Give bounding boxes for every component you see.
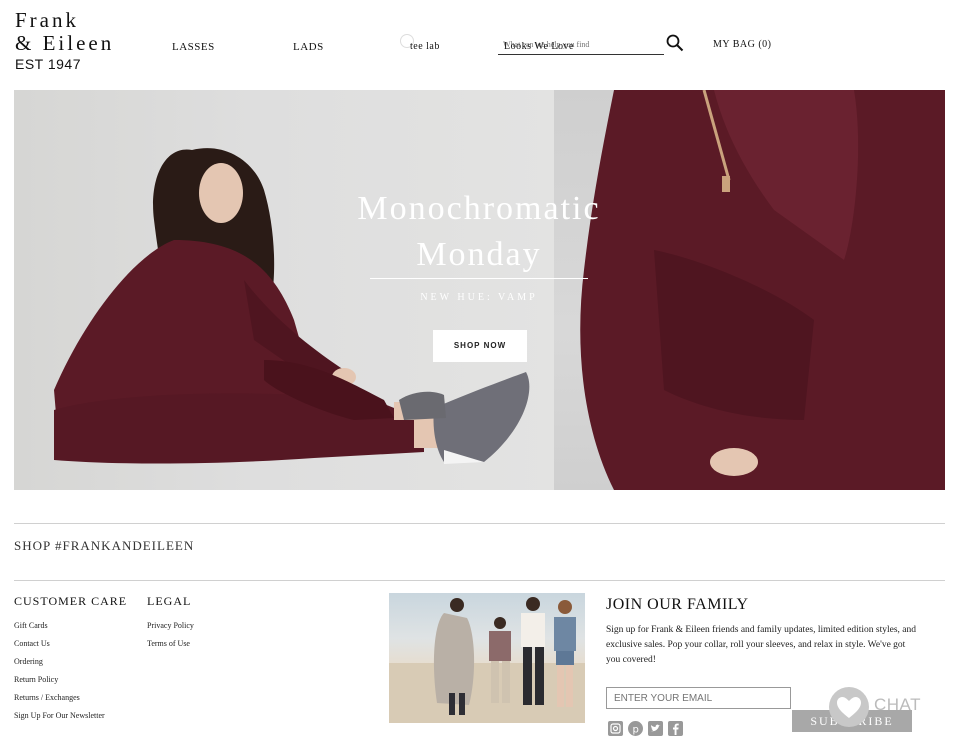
- nav-item-lads[interactable]: LADS: [293, 41, 324, 53]
- svg-text:p: p: [633, 725, 639, 736]
- jacket-closeup-illustration: [580, 90, 945, 490]
- legal-heading: LEGAL: [147, 594, 192, 608]
- section-divider: [14, 580, 945, 581]
- nav-item-lasses[interactable]: LASSES: [172, 41, 215, 53]
- nav-item-tee-lab[interactable]: tee lab: [410, 41, 440, 52]
- footer-link-terms-of-use[interactable]: Terms of Use: [147, 638, 194, 656]
- chat-heart-icon: [829, 687, 869, 727]
- nav-item-looks-we-love[interactable]: Looks We Love: [504, 41, 574, 52]
- shop-hashtag-heading[interactable]: SHOP #FRANKANDEILEEN: [14, 538, 194, 554]
- hero-title-line1: Monochromatic: [357, 190, 601, 227]
- email-field[interactable]: [606, 687, 791, 709]
- model-seated-illustration: [54, 148, 530, 464]
- footer-link-return-policy[interactable]: Return Policy: [14, 674, 105, 692]
- section-divider: [14, 523, 945, 524]
- family-photo: [389, 593, 585, 723]
- footer-link-contact-us[interactable]: Contact Us: [14, 638, 105, 656]
- footer-link-gift-cards[interactable]: Gift Cards: [14, 620, 105, 638]
- chat-widget[interactable]: CHAT: [828, 687, 922, 727]
- chat-label: CHAT: [874, 695, 922, 714]
- customer-care-heading: CUSTOMER CARE: [14, 594, 128, 608]
- instagram-icon[interactable]: [608, 721, 623, 736]
- hero-subtitle: NEW HUE: VAMP: [420, 292, 538, 303]
- hero-banner[interactable]: Monochromatic Monday NEW HUE: VAMP SHOP …: [14, 90, 945, 490]
- twitter-icon[interactable]: [648, 721, 663, 736]
- customer-care-links: Gift Cards Contact Us Ordering Return Po…: [14, 620, 105, 728]
- footer-link-ordering[interactable]: Ordering: [14, 656, 105, 674]
- brand-name-line1: Frank: [15, 8, 79, 32]
- hero-divider: [370, 278, 588, 279]
- brand-name-line2: & Eileen: [15, 31, 115, 55]
- footer-link-privacy-policy[interactable]: Privacy Policy: [147, 620, 194, 638]
- brand-logo[interactable]: Frank & Eileen EST 1947: [15, 8, 125, 72]
- newsletter-description: Sign up for Frank & Eileen friends and f…: [606, 625, 917, 665]
- hero-image-left: [14, 90, 554, 490]
- hero-title-line2: Monday: [416, 236, 542, 273]
- hero-image-right: [554, 90, 945, 490]
- shop-now-button[interactable]: SHOP NOW: [433, 330, 527, 362]
- pinterest-icon[interactable]: p: [628, 721, 643, 736]
- facebook-icon[interactable]: [668, 721, 683, 736]
- email-input[interactable]: [607, 688, 790, 709]
- hero-title: Monochromatic Monday: [344, 186, 614, 278]
- shopping-bag-link[interactable]: MY BAG (0): [713, 39, 772, 50]
- search-icon[interactable]: [666, 34, 684, 52]
- brand-established: EST 1947: [15, 56, 82, 72]
- footer-link-returns-exchanges[interactable]: Returns / Exchanges: [14, 692, 105, 710]
- family-group-illustration: [389, 597, 585, 723]
- footer-link-newsletter-signup[interactable]: Sign Up For Our Newsletter: [14, 710, 105, 728]
- legal-links: Privacy Policy Terms of Use: [147, 620, 194, 656]
- newsletter-heading: JOIN OUR FAMILY: [606, 596, 749, 613]
